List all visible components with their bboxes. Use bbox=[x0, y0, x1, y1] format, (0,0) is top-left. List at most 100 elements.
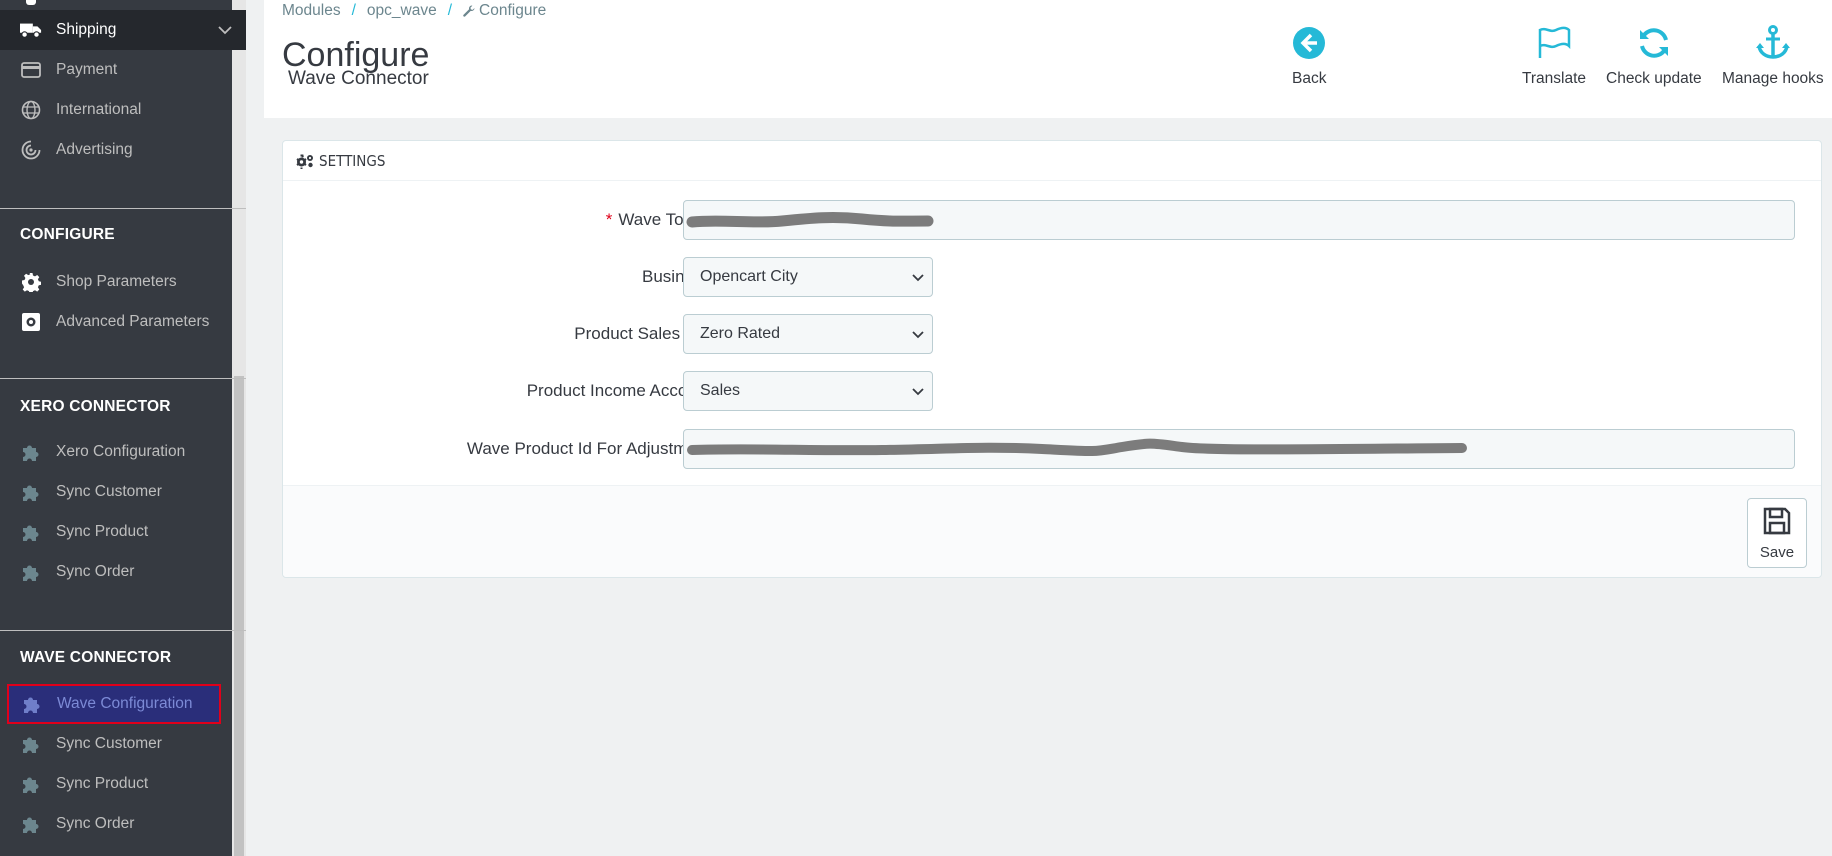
sidebar-item-shipping[interactable]: Shipping bbox=[0, 10, 246, 50]
cut-off-icon bbox=[26, 0, 36, 5]
wrench-icon bbox=[463, 5, 475, 17]
sidebar-item-sync-product[interactable]: Sync Product bbox=[0, 512, 246, 552]
redacted-scribble bbox=[686, 212, 934, 228]
sidebar-item-label: Sync Product bbox=[56, 775, 149, 792]
translate-label: Translate bbox=[1522, 70, 1587, 87]
sidebar-item-label: Sync Product bbox=[56, 523, 149, 540]
chevron-down-icon bbox=[912, 270, 924, 288]
required-asterisk: * bbox=[605, 210, 613, 229]
redacted-scribble bbox=[687, 438, 1467, 457]
puzzle-icon bbox=[20, 441, 42, 463]
business-select[interactable]: Opencart City bbox=[683, 257, 933, 297]
sales-tax-select-value: Zero Rated bbox=[700, 325, 781, 342]
puzzle-icon bbox=[20, 813, 42, 835]
sidebar-item-sync-customer[interactable]: Sync Customer bbox=[0, 724, 246, 764]
sidebar-item-sync-product[interactable]: Sync Product bbox=[0, 764, 246, 804]
breadcrumb: Modules / opc_wave / Configure bbox=[282, 2, 546, 20]
breadcrumb-link-module[interactable]: opc_wave bbox=[367, 2, 437, 20]
breadcrumb-link-modules[interactable]: Modules bbox=[282, 2, 341, 20]
sidebar-item-label: Shipping bbox=[56, 21, 117, 38]
panel-title: SETTINGS bbox=[319, 151, 386, 170]
floppy-disk-icon bbox=[1762, 506, 1792, 540]
target-icon bbox=[20, 139, 42, 161]
refresh-icon bbox=[1637, 22, 1671, 60]
income-account-select-value: Sales bbox=[700, 382, 741, 399]
business-select-value: Opencart City bbox=[700, 268, 798, 285]
manage-hooks-button[interactable]: Manage hooks bbox=[1722, 22, 1824, 88]
puzzle-icon bbox=[20, 521, 42, 543]
sidebar-item-international[interactable]: International bbox=[0, 90, 246, 130]
globe-icon bbox=[20, 99, 42, 121]
sidebar-item-label: Sync Order bbox=[56, 815, 135, 832]
panel-heading: SETTINGS bbox=[283, 141, 1821, 181]
translate-button[interactable]: Translate bbox=[1522, 22, 1586, 88]
sidebar-item-payment[interactable]: Payment bbox=[0, 50, 246, 90]
check-update-button[interactable]: Check update bbox=[1606, 22, 1702, 88]
chevron-down-icon bbox=[912, 384, 924, 402]
truck-icon bbox=[20, 19, 42, 41]
sidebar-item-sync-customer[interactable]: Sync Customer bbox=[0, 472, 246, 512]
sidebar-divider bbox=[0, 208, 246, 209]
gear-icon bbox=[20, 271, 42, 293]
section-title-xero-connector: XERO CONNECTOR bbox=[20, 398, 171, 415]
puzzle-icon bbox=[21, 693, 43, 715]
breadcrumb-separator: / bbox=[351, 2, 356, 19]
sidebar-item-label: International bbox=[56, 101, 142, 118]
chevron-down-icon bbox=[912, 327, 924, 345]
section-title-wave-connector: WAVE CONNECTOR bbox=[20, 649, 172, 666]
form-row-income-account: Product Income Account Sales bbox=[283, 371, 1821, 411]
form-row-product-id: Wave Product Id For Adjustment bbox=[283, 429, 1821, 469]
wave-token-input[interactable] bbox=[683, 200, 1795, 240]
sidebar-item-label: Sync Customer bbox=[56, 483, 162, 500]
sidebar-item-sync-order[interactable]: Sync Order bbox=[0, 804, 246, 844]
check-update-label: Check update bbox=[1606, 70, 1702, 87]
sidebar-item-label: Sync Order bbox=[56, 563, 135, 580]
form-row-wave-token: * Wave Token bbox=[283, 200, 1821, 240]
chevron-down-icon bbox=[218, 22, 232, 40]
section-title-configure: CONFIGURE bbox=[20, 226, 115, 243]
form-row-business: Business Opencart City bbox=[283, 257, 1821, 297]
sidebar-item-label: Shop Parameters bbox=[56, 273, 177, 290]
back-label: Back bbox=[1292, 70, 1327, 87]
sidebar-item-wave-configuration[interactable]: Wave Configuration bbox=[7, 684, 221, 724]
credit-card-icon bbox=[20, 59, 42, 81]
puzzle-icon bbox=[20, 733, 42, 755]
arrow-left-circle-icon bbox=[1292, 22, 1326, 60]
sidebar-item-xero-configuration[interactable]: Xero Configuration bbox=[0, 432, 246, 472]
sidebar-item-advanced-parameters[interactable]: Advanced Parameters bbox=[0, 302, 246, 342]
product-id-label: Wave Product Id For Adjustment bbox=[466, 439, 711, 458]
page-subtitle: Wave Connector bbox=[288, 68, 429, 89]
panel-footer: Save bbox=[283, 485, 1821, 577]
page-header: Modules / opc_wave / Configure Configure… bbox=[264, 0, 1832, 118]
puzzle-icon bbox=[20, 561, 42, 583]
sidebar-item-sync-order[interactable]: Sync Order bbox=[0, 552, 246, 592]
sidebar-divider bbox=[0, 378, 246, 379]
sidebar-item-label: Advertising bbox=[56, 141, 133, 158]
settings-panel: SETTINGS * Wave Token Business Opencart C… bbox=[282, 140, 1822, 578]
save-button[interactable]: Save bbox=[1747, 498, 1807, 568]
income-account-select[interactable]: Sales bbox=[683, 371, 933, 411]
sidebar-item-label: Xero Configuration bbox=[56, 443, 186, 460]
sidebar-divider bbox=[0, 630, 246, 631]
sidebar-item-shop-parameters[interactable]: Shop Parameters bbox=[0, 262, 246, 302]
sidebar: Shipping Payment International Advertisi… bbox=[0, 0, 246, 856]
puzzle-icon bbox=[20, 773, 42, 795]
settings-box-icon bbox=[20, 311, 42, 333]
manage-hooks-label: Manage hooks bbox=[1722, 70, 1824, 87]
puzzle-icon bbox=[20, 481, 42, 503]
sidebar-item-label: Payment bbox=[56, 61, 118, 78]
breadcrumb-current: Configure bbox=[479, 2, 547, 19]
sales-tax-select[interactable]: Zero Rated bbox=[683, 314, 933, 354]
sidebar-item-label: Advanced Parameters bbox=[56, 313, 210, 330]
form-row-sales-tax: Product Sales Tax Zero Rated bbox=[283, 314, 1821, 354]
anchor-icon bbox=[1755, 22, 1791, 60]
product-id-input[interactable] bbox=[683, 429, 1795, 469]
sidebar-item-advertising[interactable]: Advertising bbox=[0, 130, 246, 170]
save-label: Save bbox=[1759, 543, 1795, 561]
breadcrumb-separator: / bbox=[447, 2, 453, 19]
gears-icon bbox=[295, 153, 315, 169]
flag-icon bbox=[1536, 22, 1572, 60]
sidebar-item-label: Wave Configuration bbox=[57, 695, 193, 712]
back-button[interactable]: Back bbox=[1292, 22, 1326, 88]
sidebar-item-label: Sync Customer bbox=[56, 735, 162, 752]
